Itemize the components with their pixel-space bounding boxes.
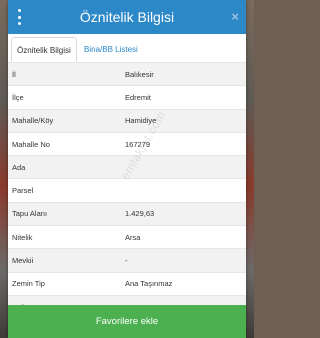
attribute-key: Mevkii [12, 256, 34, 266]
tab-bar: Öznitelik Bilgisi Bina/BB Listesi [8, 34, 246, 63]
table-row: İlçe Edremit [8, 85, 246, 109]
attribute-value: Arsa [125, 232, 141, 242]
attribute-value: Edremit [125, 92, 151, 102]
table-row: Mahalle No 167279 [8, 131, 246, 156]
attribute-key: İlçe [12, 92, 24, 102]
attribute-key: Nitelik [12, 232, 33, 242]
dialog-header: Öznitelik Bilgisi × [8, 0, 246, 34]
attribute-key: Parsel [12, 186, 34, 196]
tab-attribute-info[interactable]: Öznitelik Bilgisi [11, 37, 77, 62]
add-to-favorites-button[interactable]: Favorilere ekle [8, 305, 246, 338]
dialog-title: Öznitelik Bilgisi [79, 9, 175, 25]
map-background-left [0, 0, 8, 338]
attribute-key: İl [12, 69, 16, 79]
attribute-value: Hamidiye [125, 116, 157, 126]
table-row: Mevkii - [8, 248, 246, 272]
table-row: Nitelik Arsa [8, 225, 246, 249]
close-icon[interactable]: × [231, 8, 239, 25]
tab-building-list[interactable]: Bina/BB Listesi [79, 37, 149, 62]
table-row: Parsel [8, 178, 246, 202]
attribute-key: Zemin Tip [12, 279, 45, 289]
attribute-value: Ana Taşınmaz [125, 279, 173, 289]
table-row: Mahalle/Köy Hamidiye [8, 108, 246, 132]
attribute-info-dialog: Öznitelik Bilgisi × Öznitelik Bilgisi Bi… [8, 0, 246, 338]
attribute-key: Mahalle No [12, 139, 50, 149]
table-row: Tapu Alanı 1.429,63 [8, 201, 246, 226]
table-row: İl Balıkesir [8, 62, 246, 86]
attribute-key: Mahalle/Köy [12, 116, 54, 126]
map-background-right [246, 0, 254, 338]
attribute-key: Tapu Alanı [12, 209, 48, 219]
attribute-value: - [125, 256, 128, 266]
attribute-key: Ada [12, 162, 26, 172]
attribute-value: Balıkesir [125, 69, 154, 79]
table-row: Zemin Tip Ana Taşınmaz [8, 271, 246, 295]
attribute-table: İl Balıkesir İlçe Edremit Mahalle/Köy Ha… [8, 62, 246, 319]
attribute-value: 1.429,63 [125, 209, 155, 219]
